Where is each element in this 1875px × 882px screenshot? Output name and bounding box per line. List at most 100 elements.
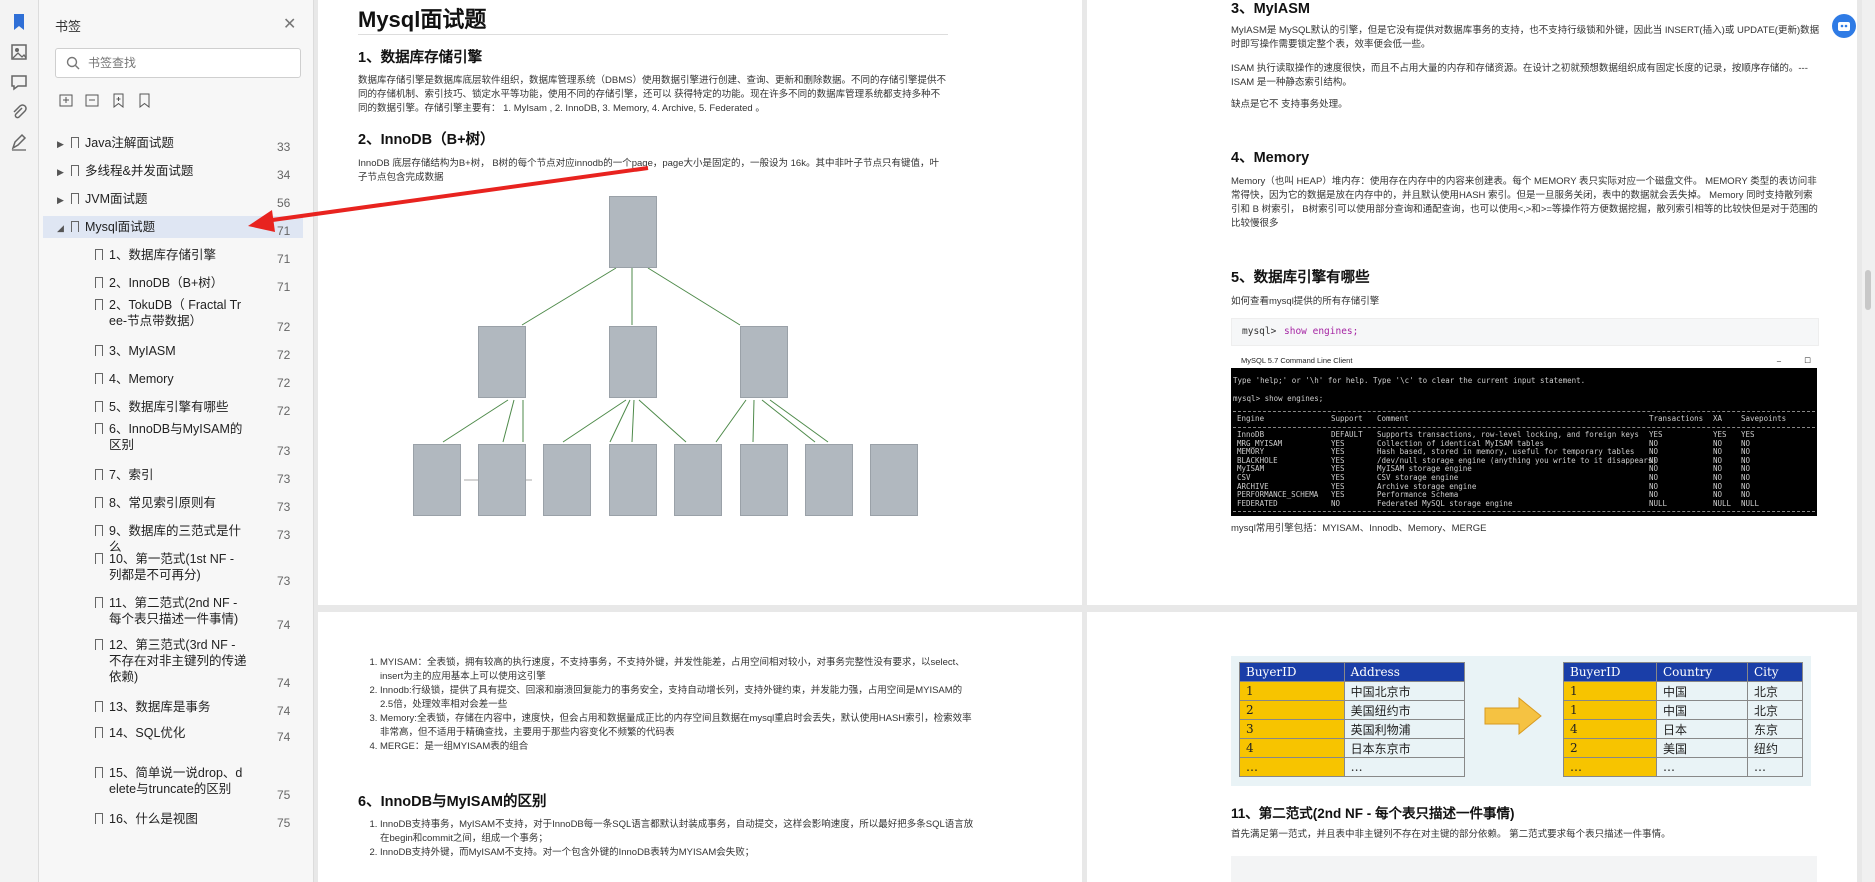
assistant-button[interactable] — [1832, 14, 1856, 38]
paragraph: MyIASM是 MySQL默认的引擎，但是它没有提供对数据库事务的支持，也不支持… — [1231, 25, 1820, 50]
normalization-figure: BuyerID Address 1 中国北京市 2 美国纽约市 3 英国利物浦 4 日本东京市…… — [1231, 656, 1811, 786]
bookmark-label: 13、数据库是事务 — [109, 700, 211, 714]
bookmark-subitem[interactable]: 12、第三范式(3rd NF - 不存在对非主键列的传递 依赖) 74 — [43, 634, 303, 690]
bookmark-subitem[interactable]: 5、数据库引擎有哪些 72 — [43, 396, 303, 418]
bookmark-flag-icon — [95, 553, 103, 564]
table-header-cell: City — [1746, 662, 1804, 682]
bookmark-flag-icon — [95, 299, 103, 310]
bookmark-item[interactable]: ◢ Mysql面试题 71 — [43, 216, 303, 238]
table-header-cell: BuyerID — [1563, 662, 1657, 682]
bookmark-label: 14、SQL优化 — [109, 726, 186, 740]
tree-leaf-node — [674, 444, 722, 516]
table-cell: 2 — [1563, 738, 1657, 758]
close-icon[interactable]: ✕ — [283, 14, 296, 34]
table-header-cell: BuyerID — [1239, 662, 1345, 682]
bookmark-subitem[interactable]: 13、数据库是事务 74 — [43, 696, 303, 718]
tree-leaf-node — [609, 444, 657, 516]
console-line: Type 'help;' or '\h' for help. Type '\c'… — [1233, 376, 1586, 385]
section-heading: 5、数据库引擎有哪些 — [1231, 270, 1370, 286]
bookmark-subitem[interactable]: 15、简单说一说drop、d elete与truncate的区别 75 — [43, 762, 303, 802]
table-header-cell: Country — [1655, 662, 1748, 682]
bookmark-page-number: 72 — [277, 376, 291, 390]
table-cell: … — [1239, 757, 1345, 777]
table-cell: 3 — [1239, 719, 1345, 739]
table-cell: 美国 — [1655, 738, 1748, 758]
bookmark-page-number: 72 — [277, 404, 291, 418]
bookmark-label: 15、简单说一说drop、d elete与truncate的区别 — [109, 766, 243, 796]
expand-arrow-icon[interactable]: ▶ — [57, 136, 64, 152]
bookmark-subitem[interactable]: 7、索引 73 — [43, 464, 303, 486]
bookmark-flag-icon — [95, 767, 103, 778]
minimize-icon: – — [1776, 356, 1781, 365]
list-item: Memory:全表锁，存储在内容中，速度快，但会占用和数据量成正比的内存空间且数… — [380, 712, 975, 740]
bookmark-item[interactable]: ▶ JVM面试题 56 — [43, 188, 303, 210]
bookmark-item[interactable]: ▶ Java注解面试题 33 — [43, 132, 303, 154]
bookmark-subitem[interactable]: 11、第二范式(2nd NF - 每个表只描述一件事情) 74 — [43, 592, 303, 632]
bookmark-flag-icon — [71, 193, 79, 204]
expand-all-icon[interactable] — [59, 92, 75, 108]
tree-leaf-node — [543, 444, 591, 516]
table-row: 4 日本 东京 — [1563, 719, 1804, 739]
bookmark-page-number: 74 — [277, 704, 291, 718]
bookmark-subitem[interactable]: 16、什么是视图 75 — [43, 808, 303, 830]
bookmark-item[interactable]: ▶ 多线程&并发面试题 34 — [43, 160, 303, 182]
panel-title: 书签 — [55, 19, 82, 34]
paragraph: mysql常用引擎包括：MYISAM、Innodb、Memory、MERGE — [1231, 523, 1487, 534]
attachment-icon[interactable] — [9, 102, 29, 122]
tree-leaf-node — [740, 444, 788, 516]
bookmark-subitem[interactable]: 3、MyIASM 72 — [43, 340, 303, 362]
bookmark-panel: 书签 ✕ ▶ Java注解面试题 33 ▶ 多线程&并发面试题 34 ▶ JVM面试题 56 ◢ M… — [39, 0, 350, 882]
bookmark-subitem[interactable]: 8、常见索引原则有 73 — [43, 492, 303, 514]
bookmark-label: 7、索引 — [109, 468, 154, 482]
bookmark-search[interactable] — [55, 48, 301, 78]
table-row: ……… — [1563, 757, 1804, 777]
bookmark-icon[interactable] — [9, 12, 29, 32]
expand-arrow-icon[interactable]: ▶ — [57, 164, 64, 180]
table-row: 4 日本东京市 — [1239, 738, 1466, 758]
bookmark-page-number: 74 — [277, 618, 291, 632]
table-cell: … — [1655, 757, 1748, 777]
table-cell: … — [1343, 757, 1466, 777]
console-cell: Transactions — [1649, 414, 1704, 423]
collapse-arrow-icon[interactable]: ◢ — [57, 220, 64, 236]
add-bookmark-icon[interactable] — [111, 92, 127, 108]
delete-bookmark-icon[interactable] — [137, 92, 153, 108]
collapse-all-icon[interactable] — [85, 92, 101, 108]
console-cell: FEDERATED — [1237, 498, 1278, 508]
console-cell: NO — [1331, 498, 1341, 508]
bookmark-page-number: 74 — [277, 676, 291, 690]
bookmark-page-number: 73 — [277, 528, 291, 542]
list-item: InnoDB支持外键，而MyISAM不支持。对一个包含外键的InnoDB表转为M… — [380, 846, 975, 860]
document-scrollbar[interactable] — [1862, 0, 1875, 882]
bookmark-page-number: 34 — [277, 168, 291, 182]
bookmark-label: 2、TokuDB（ Fractal Tr ee-节点带数据） — [109, 298, 241, 328]
console-separator — [1233, 427, 1815, 428]
table-cell: 中国 — [1655, 681, 1748, 701]
signature-icon[interactable] — [9, 132, 29, 152]
bookmark-subitem[interactable]: 2、InnoDB（B+树） 71 — [43, 272, 303, 294]
console-titlebar: MySQL 5.7 Command Line Client – ☐ — [1231, 353, 1817, 368]
expand-arrow-icon[interactable]: ▶ — [57, 192, 64, 208]
search-icon — [66, 56, 80, 70]
bookmark-subitem[interactable]: 4、Memory 72 — [43, 368, 303, 390]
console-title: MySQL 5.7 Command Line Client — [1241, 356, 1353, 365]
bookmark-subitem[interactable]: 2、TokuDB（ Fractal Tr ee-节点带数据） 72 — [43, 294, 303, 334]
search-input[interactable] — [86, 55, 290, 71]
bookmark-subitem[interactable]: 1、数据库存储引擎 71 — [43, 244, 303, 266]
bookmark-flag-icon — [95, 469, 103, 480]
scrollbar-thumb[interactable] — [1865, 270, 1871, 310]
list-item: InnoDB支持事务，MyISAM不支持，对于InnoDB每一条SQL语言都默认… — [380, 818, 975, 846]
bookmark-subitem[interactable]: 10、第一范式(1st NF - 列都是不可再分) 73 — [43, 548, 303, 588]
console-cell: NULL — [1649, 498, 1668, 508]
bookmark-subitem[interactable]: 9、数据库的三范式是什么 73 — [43, 520, 303, 554]
bookmark-flag-icon — [95, 373, 103, 384]
bookmark-subitem[interactable]: 6、InnoDB与MyISAM的 区别 73 — [43, 418, 303, 458]
tree-leaf-node — [805, 444, 853, 516]
bookmark-subitem[interactable]: 14、SQL优化 74 — [43, 722, 303, 744]
bookmark-page-number: 71 — [277, 224, 291, 238]
bookmark-label: 多线程&并发面试题 — [85, 164, 194, 178]
thumbnail-icon[interactable] — [9, 42, 29, 62]
comment-icon[interactable] — [9, 72, 29, 92]
bookmark-page-number: 72 — [277, 320, 291, 334]
doc-page-3: MYISAM：全表锁，拥有较高的执行速度，不支持事务，不支持外键，并发性能差，占… — [318, 612, 1082, 882]
